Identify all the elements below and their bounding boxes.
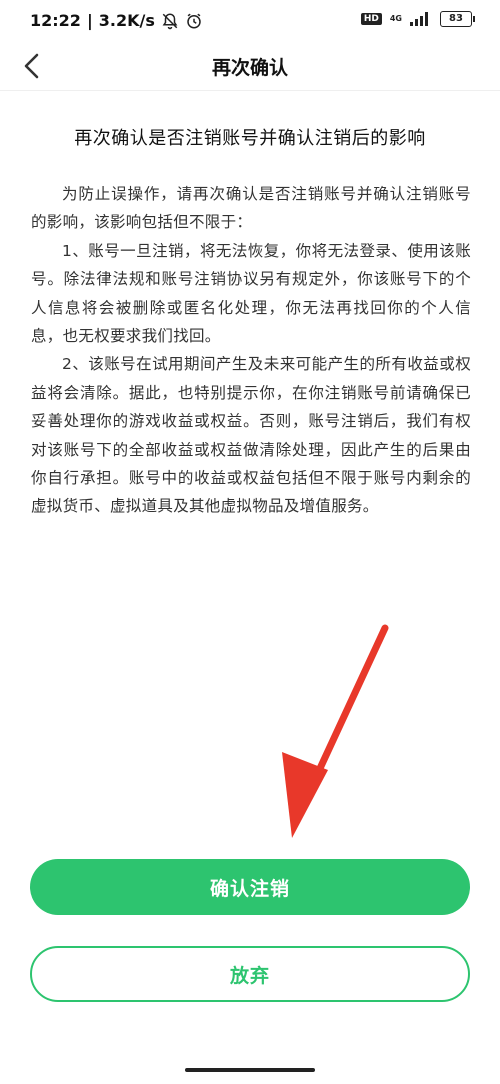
annotation-arrow bbox=[282, 624, 389, 838]
home-indicator[interactable] bbox=[185, 1068, 315, 1072]
content-body: 为防止误操作，请再次确认是否注销账号并确认注销账号的影响，该影响包括但不限于： … bbox=[31, 180, 471, 521]
signal-icon bbox=[410, 12, 428, 26]
content-heading: 再次确认是否注销账号并确认注销后的影响 bbox=[74, 128, 426, 149]
hd-badge: HD bbox=[360, 13, 382, 25]
clause-paragraph-2: 2、该账号在试用期间产生及未来可能产生的所有收益或权益将会清除。据此，也特别提示… bbox=[31, 355, 471, 516]
status-bar: 12:22 | 3.2K/s HD 4G 83 bbox=[0, 0, 500, 44]
bell-off-icon bbox=[162, 12, 178, 29]
network-speed: 3.2K/s bbox=[98, 11, 155, 30]
status-left: 12:22 | 3.2K/s bbox=[30, 11, 203, 30]
clause-paragraph-1: 1、账号一旦注销，将无法恢复，你将无法登录、使用该账号。除法律法规和账号注销协议… bbox=[31, 241, 471, 346]
status-time: 12:22 bbox=[30, 11, 81, 30]
header-divider bbox=[0, 90, 500, 91]
page-title: 再次确认 bbox=[211, 57, 288, 79]
battery-indicator: 83 bbox=[440, 11, 475, 27]
intro-paragraph: 为防止误操作，请再次确认是否注销账号并确认注销账号的影响，该影响包括但不限于： bbox=[31, 185, 471, 232]
status-right: HD 4G 83 bbox=[360, 11, 475, 27]
alarm-icon bbox=[187, 13, 201, 28]
confirm-deregister-button[interactable]: 确认注销 bbox=[30, 859, 470, 915]
network-type: 4G bbox=[389, 14, 402, 23]
abandon-button[interactable]: 放弃 bbox=[30, 946, 470, 1002]
title-bar: 再次确认 bbox=[0, 44, 500, 90]
